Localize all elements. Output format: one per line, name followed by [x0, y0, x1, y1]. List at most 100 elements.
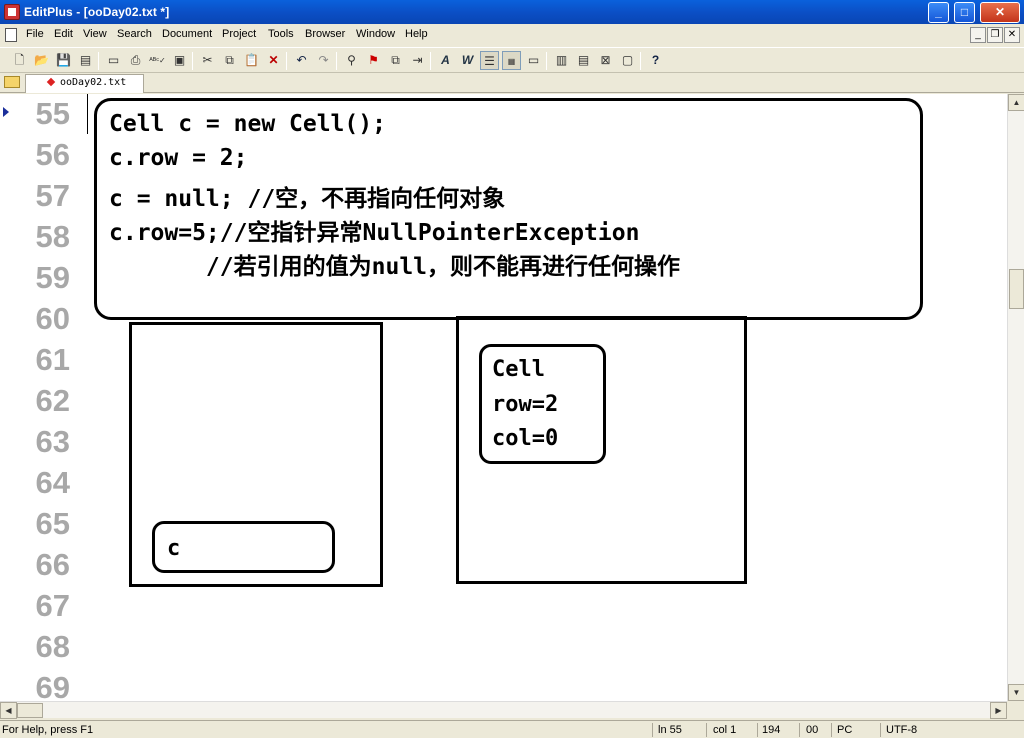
toolbar-separator: [336, 52, 337, 70]
goto-icon[interactable]: ⇥: [408, 51, 427, 70]
toolbar-separator: [640, 52, 641, 70]
menu-tools[interactable]: Tools: [268, 28, 294, 40]
spell-check-icon[interactable]: ᴬᴮᶜ✓: [148, 51, 167, 70]
find-next-icon[interactable]: ⧉: [386, 51, 405, 70]
menu-window[interactable]: Window: [356, 28, 395, 40]
line-number: 58: [35, 219, 70, 254]
menu-file[interactable]: File: [26, 28, 44, 40]
mdi-close-button[interactable]: ✕: [1004, 27, 1020, 43]
reference-variable-box: c: [152, 521, 335, 573]
menu-bar: File Edit View Search Document Project T…: [0, 24, 1024, 46]
scrollbar-corner: [1007, 701, 1024, 718]
scroll-right-icon[interactable]: ▶: [990, 702, 1007, 719]
close-button[interactable]: ✕: [980, 2, 1020, 23]
find-icon[interactable]: ⚲: [342, 51, 361, 70]
code-line: c.row = 2;: [109, 145, 248, 171]
maximize-button[interactable]: □: [954, 2, 975, 23]
line-number: 61: [35, 342, 70, 377]
menu-document[interactable]: Document: [162, 28, 212, 40]
paste-icon[interactable]: 📋: [242, 51, 261, 70]
horizontal-scrollbar[interactable]: ◀ ▶: [0, 701, 1007, 719]
minimize-button[interactable]: _: [928, 2, 949, 23]
line-number-gutter: 55 56 57 58 59 60 61 62 63 64 65 66 67 6…: [0, 94, 85, 701]
cut-icon[interactable]: ✂: [198, 51, 217, 70]
variable-name: c: [167, 536, 181, 561]
output-window-icon[interactable]: ⊠: [596, 51, 615, 70]
column-marker-icon[interactable]: ▦: [502, 51, 521, 70]
line-number: 62: [35, 383, 70, 418]
save-all-icon[interactable]: ▤: [76, 51, 95, 70]
tab-oodays02[interactable]: ooDay02.txt: [25, 74, 144, 93]
code-line: c.row=5;//空指针异常NullPointerException: [109, 220, 640, 246]
scroll-down-icon[interactable]: ▼: [1008, 684, 1024, 701]
copy-icon[interactable]: ⧉: [220, 51, 239, 70]
toolbar: 🗋 📂 💾 ▤ ▭ ⎙ ᴬᴮᶜ✓ ▣ ✂ ⧉ 📋 ✕ ↶ ↷ ⚲ ⚑ ⧉ ⇥ A…: [0, 47, 1024, 73]
scroll-up-icon[interactable]: ▲: [1008, 94, 1024, 111]
code-line: Cell c = new Cell();: [109, 111, 386, 137]
help-icon[interactable]: ?: [646, 51, 665, 70]
line-number: 64: [35, 465, 70, 500]
toolbar-separator: [98, 52, 99, 70]
status-separator: [799, 723, 800, 737]
mdi-restore-button[interactable]: ❐: [987, 27, 1003, 43]
line-number: 56: [35, 137, 70, 172]
status-help-text: For Help, press F1: [2, 724, 94, 736]
cliptext-window-icon[interactable]: ▤: [574, 51, 593, 70]
status-separator: [831, 723, 832, 737]
object-field-col: col=0: [492, 426, 559, 451]
vertical-scroll-thumb[interactable]: [1009, 269, 1024, 309]
toolbar-separator: [546, 52, 547, 70]
font-icon[interactable]: A: [436, 51, 455, 70]
menu-view[interactable]: View: [83, 28, 107, 40]
status-char-count: 194: [762, 724, 781, 736]
replace-icon[interactable]: ⚑: [364, 51, 383, 70]
editor-area[interactable]: 55 56 57 58 59 60 61 62 63 64 65 66 67 6…: [0, 94, 1007, 701]
line-number: 57: [35, 178, 70, 213]
cell-object-box: Cell row=2 col=0: [479, 344, 606, 464]
text-cursor: [87, 94, 88, 134]
ruler-icon[interactable]: ▭: [524, 51, 543, 70]
scroll-left-icon[interactable]: ◀: [0, 702, 17, 719]
save-icon[interactable]: 💾: [54, 51, 73, 70]
print-preview-icon[interactable]: ▭: [104, 51, 123, 70]
delete-icon[interactable]: ✕: [264, 51, 283, 70]
code-line: //若引用的值为null，则不能再进行任何操作: [109, 254, 681, 280]
menu-edit[interactable]: Edit: [54, 28, 73, 40]
folder-icon[interactable]: [4, 76, 20, 88]
menu-browser[interactable]: Browser: [305, 28, 345, 40]
horizontal-scroll-thumb[interactable]: [17, 703, 43, 718]
status-column: col 1: [713, 724, 737, 736]
status-file-mode: PC: [837, 724, 853, 736]
browser-preview-icon[interactable]: ▣: [170, 51, 189, 70]
menu-search[interactable]: Search: [117, 28, 152, 40]
undo-icon[interactable]: ↶: [292, 51, 311, 70]
tab-label: ooDay02.txt: [60, 77, 127, 88]
code-line: c = null; //空，不再指向任何对象: [109, 186, 506, 212]
line-number: 66: [35, 547, 70, 582]
print-icon[interactable]: ⎙: [126, 51, 145, 70]
menu-project[interactable]: Project: [222, 28, 256, 40]
line-number-icon[interactable]: ☰: [480, 51, 499, 70]
editplus-app-icon[interactable]: [4, 4, 20, 20]
vertical-scrollbar[interactable]: ▲ ▼: [1007, 94, 1024, 701]
word-wrap-icon[interactable]: W: [458, 51, 477, 70]
open-file-icon[interactable]: 📂: [32, 51, 51, 70]
menu-help[interactable]: Help: [405, 28, 428, 40]
status-separator: [706, 723, 707, 737]
mdi-minimize-button[interactable]: _: [970, 27, 986, 43]
status-line: ln 55: [658, 724, 682, 736]
window-title: EditPlus - [ooDay02.txt *]: [24, 5, 170, 19]
modified-marker-icon: [46, 77, 56, 87]
user-tool-icon[interactable]: ▢: [618, 51, 637, 70]
redo-icon[interactable]: ↷: [314, 51, 333, 70]
status-bar: For Help, press F1 ln 55 col 1 194 00 PC…: [0, 720, 1024, 738]
object-field-row: row=2: [492, 392, 559, 417]
directory-window-icon[interactable]: ▥: [552, 51, 571, 70]
line-number: 68: [35, 629, 70, 664]
document-menu-icon[interactable]: [5, 28, 17, 42]
document-tab-bar: ooDay02.txt: [0, 73, 1024, 93]
line-number: 69: [35, 670, 70, 701]
line-number: 67: [35, 588, 70, 623]
status-separator: [880, 723, 881, 737]
new-file-icon[interactable]: 🗋: [10, 51, 29, 70]
